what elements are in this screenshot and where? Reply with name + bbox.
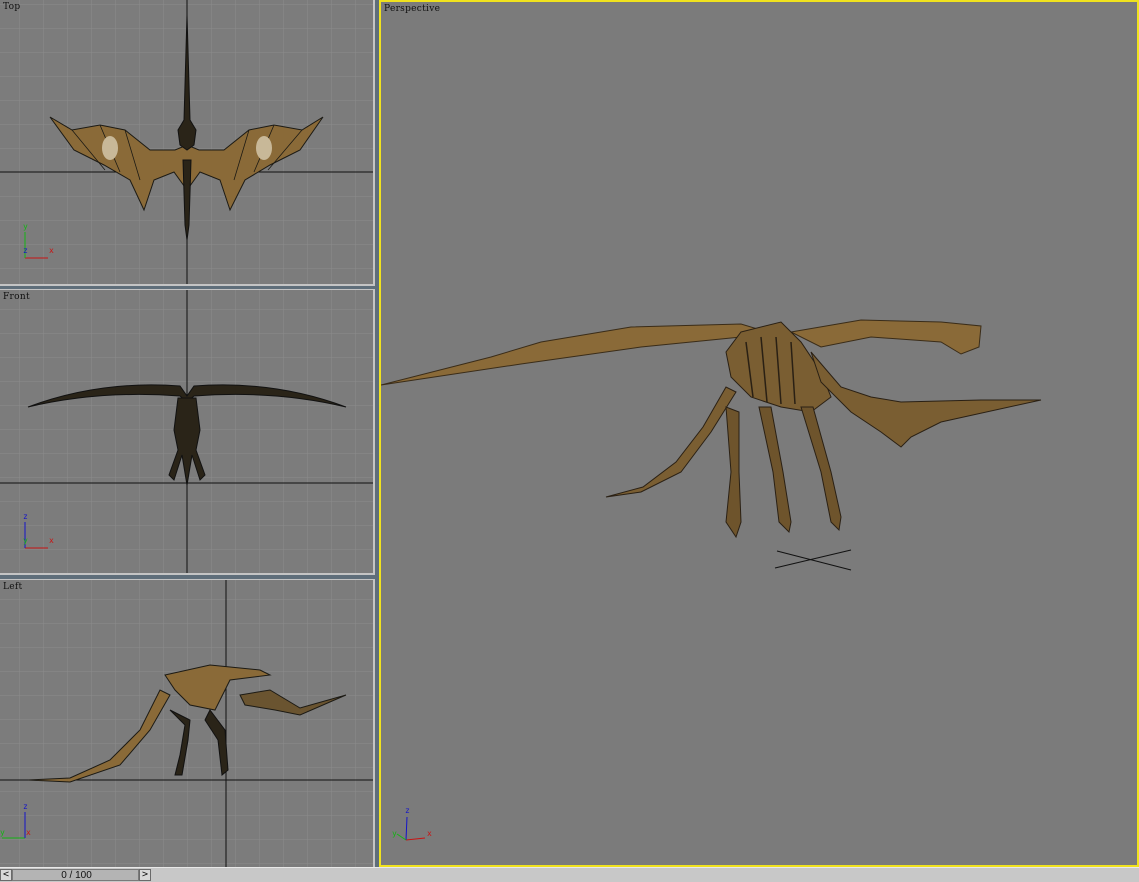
- perspective-axis-z-label: z: [405, 806, 410, 815]
- viewport-label-front[interactable]: Front: [3, 292, 30, 302]
- time-slider-track[interactable]: [152, 869, 1139, 881]
- top-axis-y-label: y: [23, 222, 28, 231]
- viewport-left[interactable]: x z y Left: [0, 579, 375, 867]
- previous-frame-button[interactable]: <: [0, 869, 12, 881]
- front-axis-x-label: x: [49, 536, 54, 545]
- perspective-viewport-canvas: x z y: [381, 319, 1042, 841]
- left-axis-y-label: y: [0, 828, 5, 837]
- perspective-axis-y-label: y: [392, 829, 397, 838]
- top-viewport-canvas: x y z: [0, 0, 373, 284]
- frame-counter: 0 / 100: [61, 870, 92, 881]
- left-axis-z-label: z: [23, 802, 28, 811]
- perspective-axis-tripod: x z y: [392, 806, 432, 841]
- front-axis-z-label: z: [23, 512, 28, 521]
- time-slider-thumb[interactable]: 0 / 100: [12, 869, 139, 881]
- viewport-label-top[interactable]: Top: [3, 2, 20, 12]
- perspective-axis-x-label: x: [427, 829, 432, 838]
- viewport-label-perspective[interactable]: Perspective: [384, 4, 440, 14]
- viewport-top[interactable]: x y z Top: [0, 0, 375, 286]
- top-axis-z-label: z: [23, 246, 28, 255]
- viewport-front[interactable]: x z y Front: [0, 289, 375, 575]
- top-axis-x-label: x: [49, 246, 54, 255]
- viewport-label-left[interactable]: Left: [3, 582, 22, 592]
- front-viewport-canvas: x z y: [0, 290, 373, 573]
- next-frame-button[interactable]: >: [139, 869, 151, 881]
- left-axis-x-label: x: [26, 828, 31, 837]
- time-slider-bar: < 0 / 100 >: [0, 867, 1139, 882]
- viewport-perspective[interactable]: x z y Perspective: [379, 0, 1139, 867]
- left-viewport-canvas: x z y: [0, 580, 373, 867]
- dragon-perspective-model: [381, 319, 1042, 571]
- front-axis-y-label: y: [23, 536, 28, 545]
